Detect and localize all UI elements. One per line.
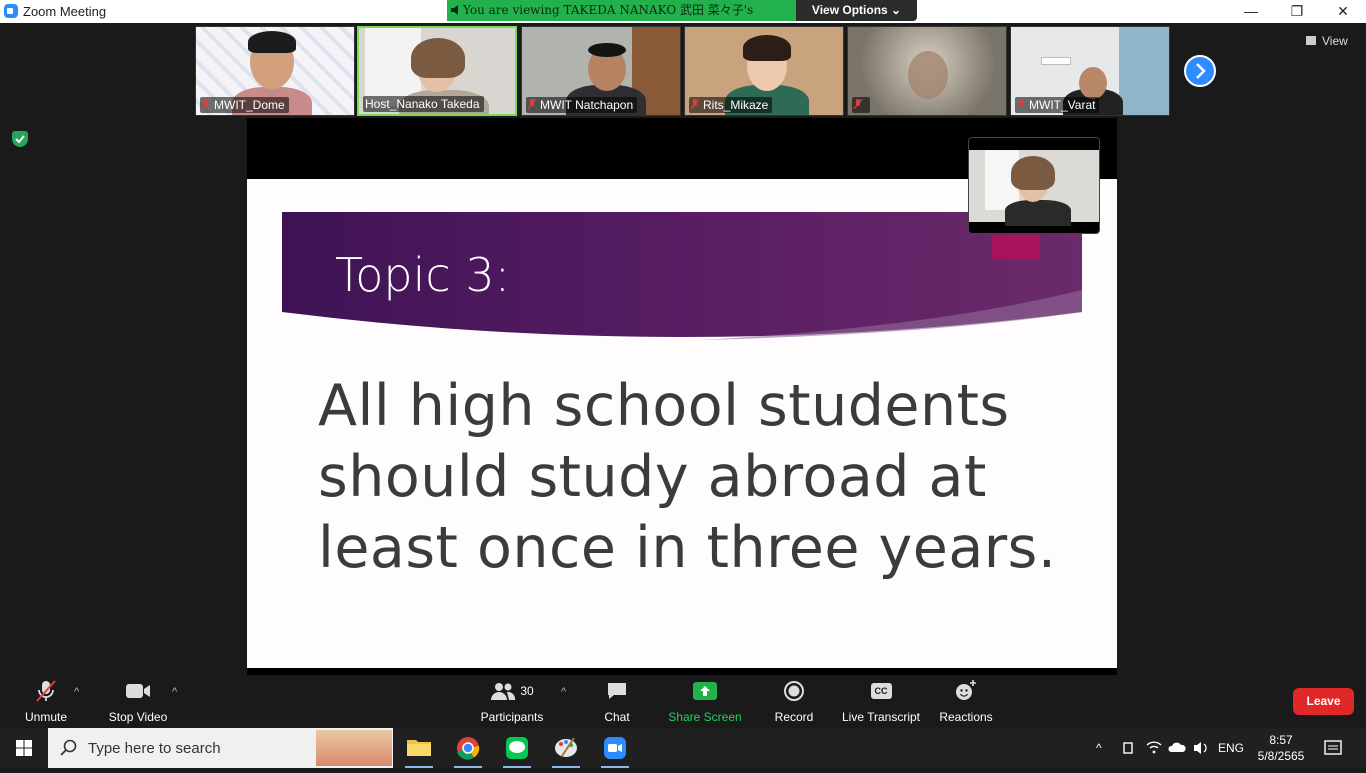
- input-language[interactable]: ENG: [1218, 728, 1244, 768]
- participant-tile[interactable]: MWIT_Dome: [195, 26, 355, 116]
- taskbar-clock[interactable]: 8:57 5/8/2565: [1256, 728, 1306, 768]
- view-options-button[interactable]: View Options ⌄: [796, 0, 917, 21]
- leave-meeting-button[interactable]: Leave: [1293, 688, 1354, 715]
- search-icon: [60, 739, 77, 756]
- participant-tile[interactable]: Host_Nanako Takeda: [357, 26, 517, 116]
- reactions-button[interactable]: Reactions: [938, 678, 994, 724]
- unmute-button[interactable]: Unmute: [18, 678, 74, 724]
- participant-hair: [588, 43, 626, 57]
- line-icon: [506, 737, 528, 759]
- participant-tile[interactable]: [847, 26, 1007, 116]
- smiley-plus-icon: [956, 680, 976, 700]
- audio-options-caret[interactable]: ^: [74, 686, 79, 698]
- meet-now-icon[interactable]: [1122, 728, 1136, 768]
- participants-count: 30: [520, 684, 534, 698]
- wifi-icon[interactable]: [1145, 728, 1163, 768]
- participant-name-tag: Host_Nanako Takeda: [363, 96, 484, 112]
- muted-mic-icon: [36, 680, 56, 702]
- share-screen-button[interactable]: Share Screen: [667, 678, 743, 724]
- record-icon: [784, 681, 804, 701]
- check-icon: [15, 135, 25, 144]
- restore-button[interactable]: ❐: [1274, 0, 1320, 23]
- video-options-caret[interactable]: ^: [172, 686, 177, 698]
- taskbar-search-box[interactable]: Type here to search: [48, 728, 393, 768]
- presentation-slide: Topic 3: All high school students should…: [247, 179, 1117, 668]
- live-transcript-button[interactable]: CC Live Transcript: [841, 678, 921, 724]
- muted-mic-icon: [528, 99, 536, 110]
- file-explorer-app[interactable]: [395, 728, 443, 768]
- presenter-body: [1005, 200, 1071, 226]
- presenter-hair: [1011, 156, 1055, 190]
- close-button[interactable]: ✕: [1320, 0, 1366, 23]
- grid-icon: [1306, 36, 1316, 45]
- muted-mic-icon: [854, 99, 862, 110]
- participant-hair: [248, 31, 296, 53]
- search-highlight-image: [316, 730, 392, 766]
- participant-hair: [743, 35, 791, 61]
- participant-name-tag: MWIT_Dome: [200, 97, 289, 113]
- minimize-button[interactable]: —: [1228, 0, 1274, 23]
- windows-taskbar: Type here to search ^ ENG 8:57 5/8/2565: [0, 728, 1366, 768]
- start-button[interactable]: [0, 728, 48, 768]
- show-hidden-icons-caret[interactable]: ^: [1096, 728, 1114, 768]
- folder-icon: [407, 740, 431, 756]
- muted-mic-icon: [1017, 99, 1025, 110]
- video-camera-icon: [126, 684, 150, 698]
- slide-accent-block: [992, 235, 1040, 259]
- chat-bubble-icon: [608, 683, 626, 699]
- participant-name-tag: Rits_Mikaze: [689, 97, 773, 113]
- air-conditioner: [1041, 57, 1071, 65]
- window-light: [1119, 27, 1169, 115]
- share-screen-icon: [693, 682, 717, 700]
- speaker-icon: [451, 5, 458, 15]
- stop-video-button[interactable]: Stop Video: [104, 678, 172, 724]
- slide-topic-title: Topic 3:: [335, 248, 511, 302]
- zoom-icon: [604, 737, 626, 759]
- action-center-icon[interactable]: [1322, 728, 1344, 768]
- record-button[interactable]: Record: [772, 678, 816, 724]
- participant-tile[interactable]: MWIT_Varat: [1010, 26, 1170, 116]
- zoom-app-icon: [4, 4, 18, 18]
- closed-caption-icon: CC: [870, 683, 892, 699]
- participant-hair: [411, 38, 465, 78]
- participants-icon: [491, 683, 516, 700]
- paint-app[interactable]: [542, 728, 590, 768]
- onedrive-cloud-icon[interactable]: [1168, 728, 1186, 768]
- chrome-icon: [457, 737, 480, 760]
- participant-name-tag: [852, 97, 870, 113]
- paint-palette-icon: [555, 737, 577, 757]
- volume-icon[interactable]: [1192, 728, 1210, 768]
- participants-button[interactable]: 30 Participants: [478, 678, 546, 724]
- slide-statement: All high school students should study ab…: [318, 373, 1057, 581]
- participant-tile[interactable]: MWIT Natchapon: [521, 26, 681, 116]
- chrome-app[interactable]: [444, 728, 492, 768]
- window-title: Zoom Meeting: [23, 4, 107, 19]
- participant-name-tag: MWIT_Varat: [1015, 97, 1100, 113]
- zoom-taskbar-app[interactable]: [591, 728, 639, 768]
- meeting-toolbar: Unmute ^ Stop Video ^ 30 Participants ^ …: [0, 676, 1366, 728]
- presenter-video-overlay[interactable]: [968, 137, 1100, 234]
- next-page-button[interactable]: [1184, 55, 1216, 87]
- line-app[interactable]: [493, 728, 541, 768]
- windows-logo-icon: [16, 740, 32, 756]
- chevron-right-icon: [1196, 63, 1206, 79]
- screen-share-banner: You are viewing TAKEDA NANAKO 武田 菜々子's s…: [447, 0, 796, 38]
- participant-name-tag: MWIT Natchapon: [526, 97, 638, 113]
- participants-options-caret[interactable]: ^: [561, 686, 566, 698]
- participant-face: [1079, 67, 1107, 99]
- muted-mic-icon: [202, 99, 210, 110]
- muted-mic-icon: [691, 99, 699, 110]
- search-placeholder: Type here to search: [88, 740, 221, 757]
- security-shield-icon[interactable]: [12, 131, 28, 147]
- participant-tile[interactable]: Rits_Mikaze: [684, 26, 844, 116]
- participant-face: [908, 51, 948, 99]
- view-button[interactable]: View: [1306, 34, 1348, 48]
- chat-button[interactable]: Chat: [595, 678, 639, 724]
